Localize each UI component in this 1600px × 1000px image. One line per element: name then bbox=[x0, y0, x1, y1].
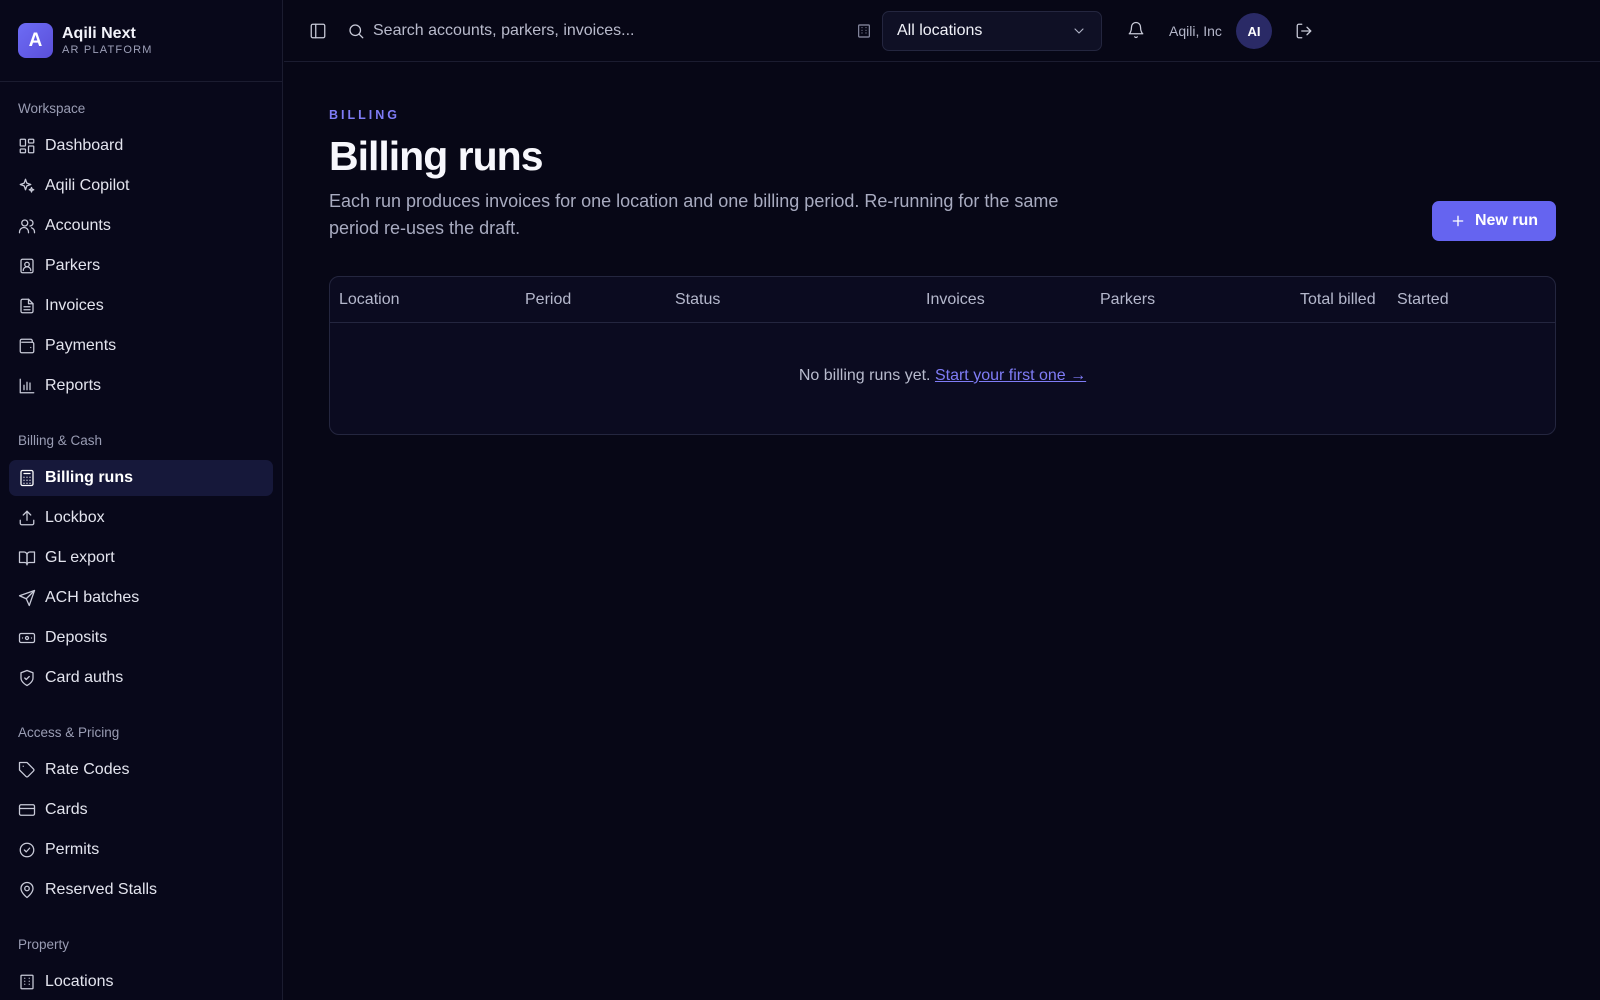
dashboard-icon bbox=[18, 137, 36, 155]
sidebar-item-label: Invoices bbox=[45, 297, 104, 314]
brand-name: Aqili Next bbox=[62, 25, 136, 42]
nav-heading: Workspace bbox=[18, 101, 86, 116]
sidebar-item-label: Permits bbox=[45, 841, 100, 858]
sidebar-item-reserved-stalls[interactable]: Reserved Stalls bbox=[9, 872, 273, 908]
bell-icon[interactable] bbox=[1127, 21, 1145, 39]
sidebar-item-parkers[interactable]: Parkers bbox=[9, 248, 273, 284]
sidebar-item-rate-codes[interactable]: Rate Codes bbox=[9, 752, 273, 788]
sidebar-item-label: Parkers bbox=[45, 257, 101, 274]
nav-heading: Billing & Cash bbox=[18, 433, 103, 448]
column-header-period[interactable]: Period bbox=[525, 277, 571, 323]
sidebar-item-label: Billing runs bbox=[45, 469, 133, 486]
sidebar-item-label: Aqili Copilot bbox=[45, 177, 130, 194]
wallet-icon bbox=[18, 337, 36, 355]
building-icon bbox=[856, 23, 872, 39]
avatar[interactable]: AI bbox=[1236, 13, 1272, 49]
building-icon bbox=[18, 973, 36, 991]
sidebar-item-label: Accounts bbox=[45, 217, 111, 234]
page-eyebrow: BILLING bbox=[329, 108, 400, 122]
credit-card-icon bbox=[18, 801, 36, 819]
nav-section-access-pricing: Access & Pricing Rate Codes Cards Permit… bbox=[0, 700, 282, 908]
page-title: Billing runs bbox=[329, 133, 543, 179]
sidebar-item-label: Rate Codes bbox=[45, 761, 130, 778]
table-header: Location Period Status Invoices Parkers … bbox=[330, 277, 1555, 323]
column-header-status[interactable]: Status bbox=[675, 277, 720, 323]
sidebar-item-gl-export[interactable]: GL export bbox=[9, 540, 273, 576]
nav-heading: Access & Pricing bbox=[18, 725, 120, 740]
sidebar: A Aqili Next AR PLATFORM Workspace Dashb… bbox=[0, 0, 283, 1000]
sidebar-item-label: Lockbox bbox=[45, 509, 105, 526]
tag-icon bbox=[18, 761, 36, 779]
sidebar-item-cards[interactable]: Cards bbox=[9, 792, 273, 828]
sidebar-item-label: GL export bbox=[45, 549, 115, 566]
sidebar-item-label: Payments bbox=[45, 337, 117, 354]
topbar: Search accounts, parkers, invoices... Al… bbox=[284, 0, 1600, 62]
page-description: Each run produces invoices for one locat… bbox=[329, 191, 1059, 238]
column-header-total-billed[interactable]: Total billed bbox=[1300, 277, 1376, 323]
sidebar-item-permits[interactable]: Permits bbox=[9, 832, 273, 868]
new-run-button[interactable]: New run bbox=[1432, 201, 1556, 241]
sidebar-item-label: ACH batches bbox=[45, 589, 140, 606]
calculator-icon bbox=[18, 469, 36, 487]
nav-section-workspace: Workspace Dashboard Aqili Copilot Accoun… bbox=[0, 82, 282, 404]
brand-logo: A bbox=[18, 23, 53, 58]
column-header-location[interactable]: Location bbox=[339, 277, 400, 323]
shield-check-icon bbox=[18, 669, 36, 687]
billing-runs-table: Location Period Status Invoices Parkers … bbox=[329, 276, 1556, 435]
book-icon bbox=[18, 549, 36, 567]
contact-icon bbox=[18, 257, 36, 275]
sidebar-item-label: Deposits bbox=[45, 629, 108, 646]
search-icon bbox=[347, 22, 365, 40]
org-name: Aqili, Inc bbox=[1169, 23, 1222, 39]
column-header-started[interactable]: Started bbox=[1397, 277, 1449, 323]
upload-icon bbox=[18, 509, 36, 527]
sidebar-item-label: Card auths bbox=[45, 669, 124, 686]
map-pin-icon bbox=[18, 881, 36, 899]
sidebar-item-deposits[interactable]: Deposits bbox=[9, 620, 273, 656]
nav-heading: Property bbox=[18, 937, 70, 952]
nav-section-billing: Billing & Cash Billing runs Lockbox GL e… bbox=[0, 408, 282, 696]
nav-section-property: Property Locations bbox=[0, 912, 282, 1000]
sidebar-item-lockbox[interactable]: Lockbox bbox=[9, 500, 273, 536]
sidebar-item-accounts[interactable]: Accounts bbox=[9, 208, 273, 244]
search-input[interactable]: Search accounts, parkers, invoices... bbox=[373, 22, 634, 40]
sidebar-item-label: Reserved Stalls bbox=[45, 881, 158, 898]
sidebar-item-label: Dashboard bbox=[45, 137, 124, 154]
sidebar-item-invoices[interactable]: Invoices bbox=[9, 288, 273, 324]
sidebar-item-reports[interactable]: Reports bbox=[9, 368, 273, 404]
start-first-run-link[interactable]: Start your first one → bbox=[935, 367, 1086, 384]
sidebar-item-aqili-copilot[interactable]: Aqili Copilot bbox=[9, 168, 273, 204]
location-select[interactable]: All locations bbox=[882, 11, 1102, 51]
empty-state-text: No billing runs yet. bbox=[798, 367, 931, 384]
brand-subtitle: AR PLATFORM bbox=[62, 44, 153, 56]
sidebar-toggle-icon[interactable] bbox=[309, 22, 327, 40]
sidebar-item-label: Reports bbox=[45, 377, 102, 394]
badge-check-icon bbox=[18, 841, 36, 859]
sidebar-item-ach-batches[interactable]: ACH batches bbox=[9, 580, 273, 616]
sidebar-item-label: Locations bbox=[45, 973, 114, 990]
brand[interactable]: A Aqili Next AR PLATFORM bbox=[0, 0, 282, 82]
new-run-label: New run bbox=[1474, 212, 1539, 229]
users-icon bbox=[18, 217, 36, 235]
logout-icon[interactable] bbox=[1295, 22, 1313, 40]
sidebar-item-label: Cards bbox=[45, 801, 88, 818]
column-header-parkers[interactable]: Parkers bbox=[1100, 277, 1155, 323]
sparkles-icon bbox=[18, 177, 36, 195]
file-text-icon bbox=[18, 297, 36, 315]
location-select-value: All locations bbox=[897, 22, 983, 39]
send-icon bbox=[18, 589, 36, 607]
sidebar-item-locations[interactable]: Locations bbox=[9, 964, 273, 1000]
sidebar-item-dashboard[interactable]: Dashboard bbox=[9, 128, 273, 164]
empty-state: No billing runs yet. Start your first on… bbox=[330, 367, 1555, 385]
banknote-icon bbox=[18, 629, 36, 647]
bar-chart-icon bbox=[18, 377, 36, 395]
sidebar-item-billing-runs[interactable]: Billing runs bbox=[9, 460, 273, 496]
plus-icon bbox=[1450, 213, 1466, 229]
chevron-down-icon bbox=[1071, 23, 1087, 39]
sidebar-item-card-auths[interactable]: Card auths bbox=[9, 660, 273, 696]
column-header-invoices[interactable]: Invoices bbox=[926, 277, 985, 323]
sidebar-item-payments[interactable]: Payments bbox=[9, 328, 273, 364]
